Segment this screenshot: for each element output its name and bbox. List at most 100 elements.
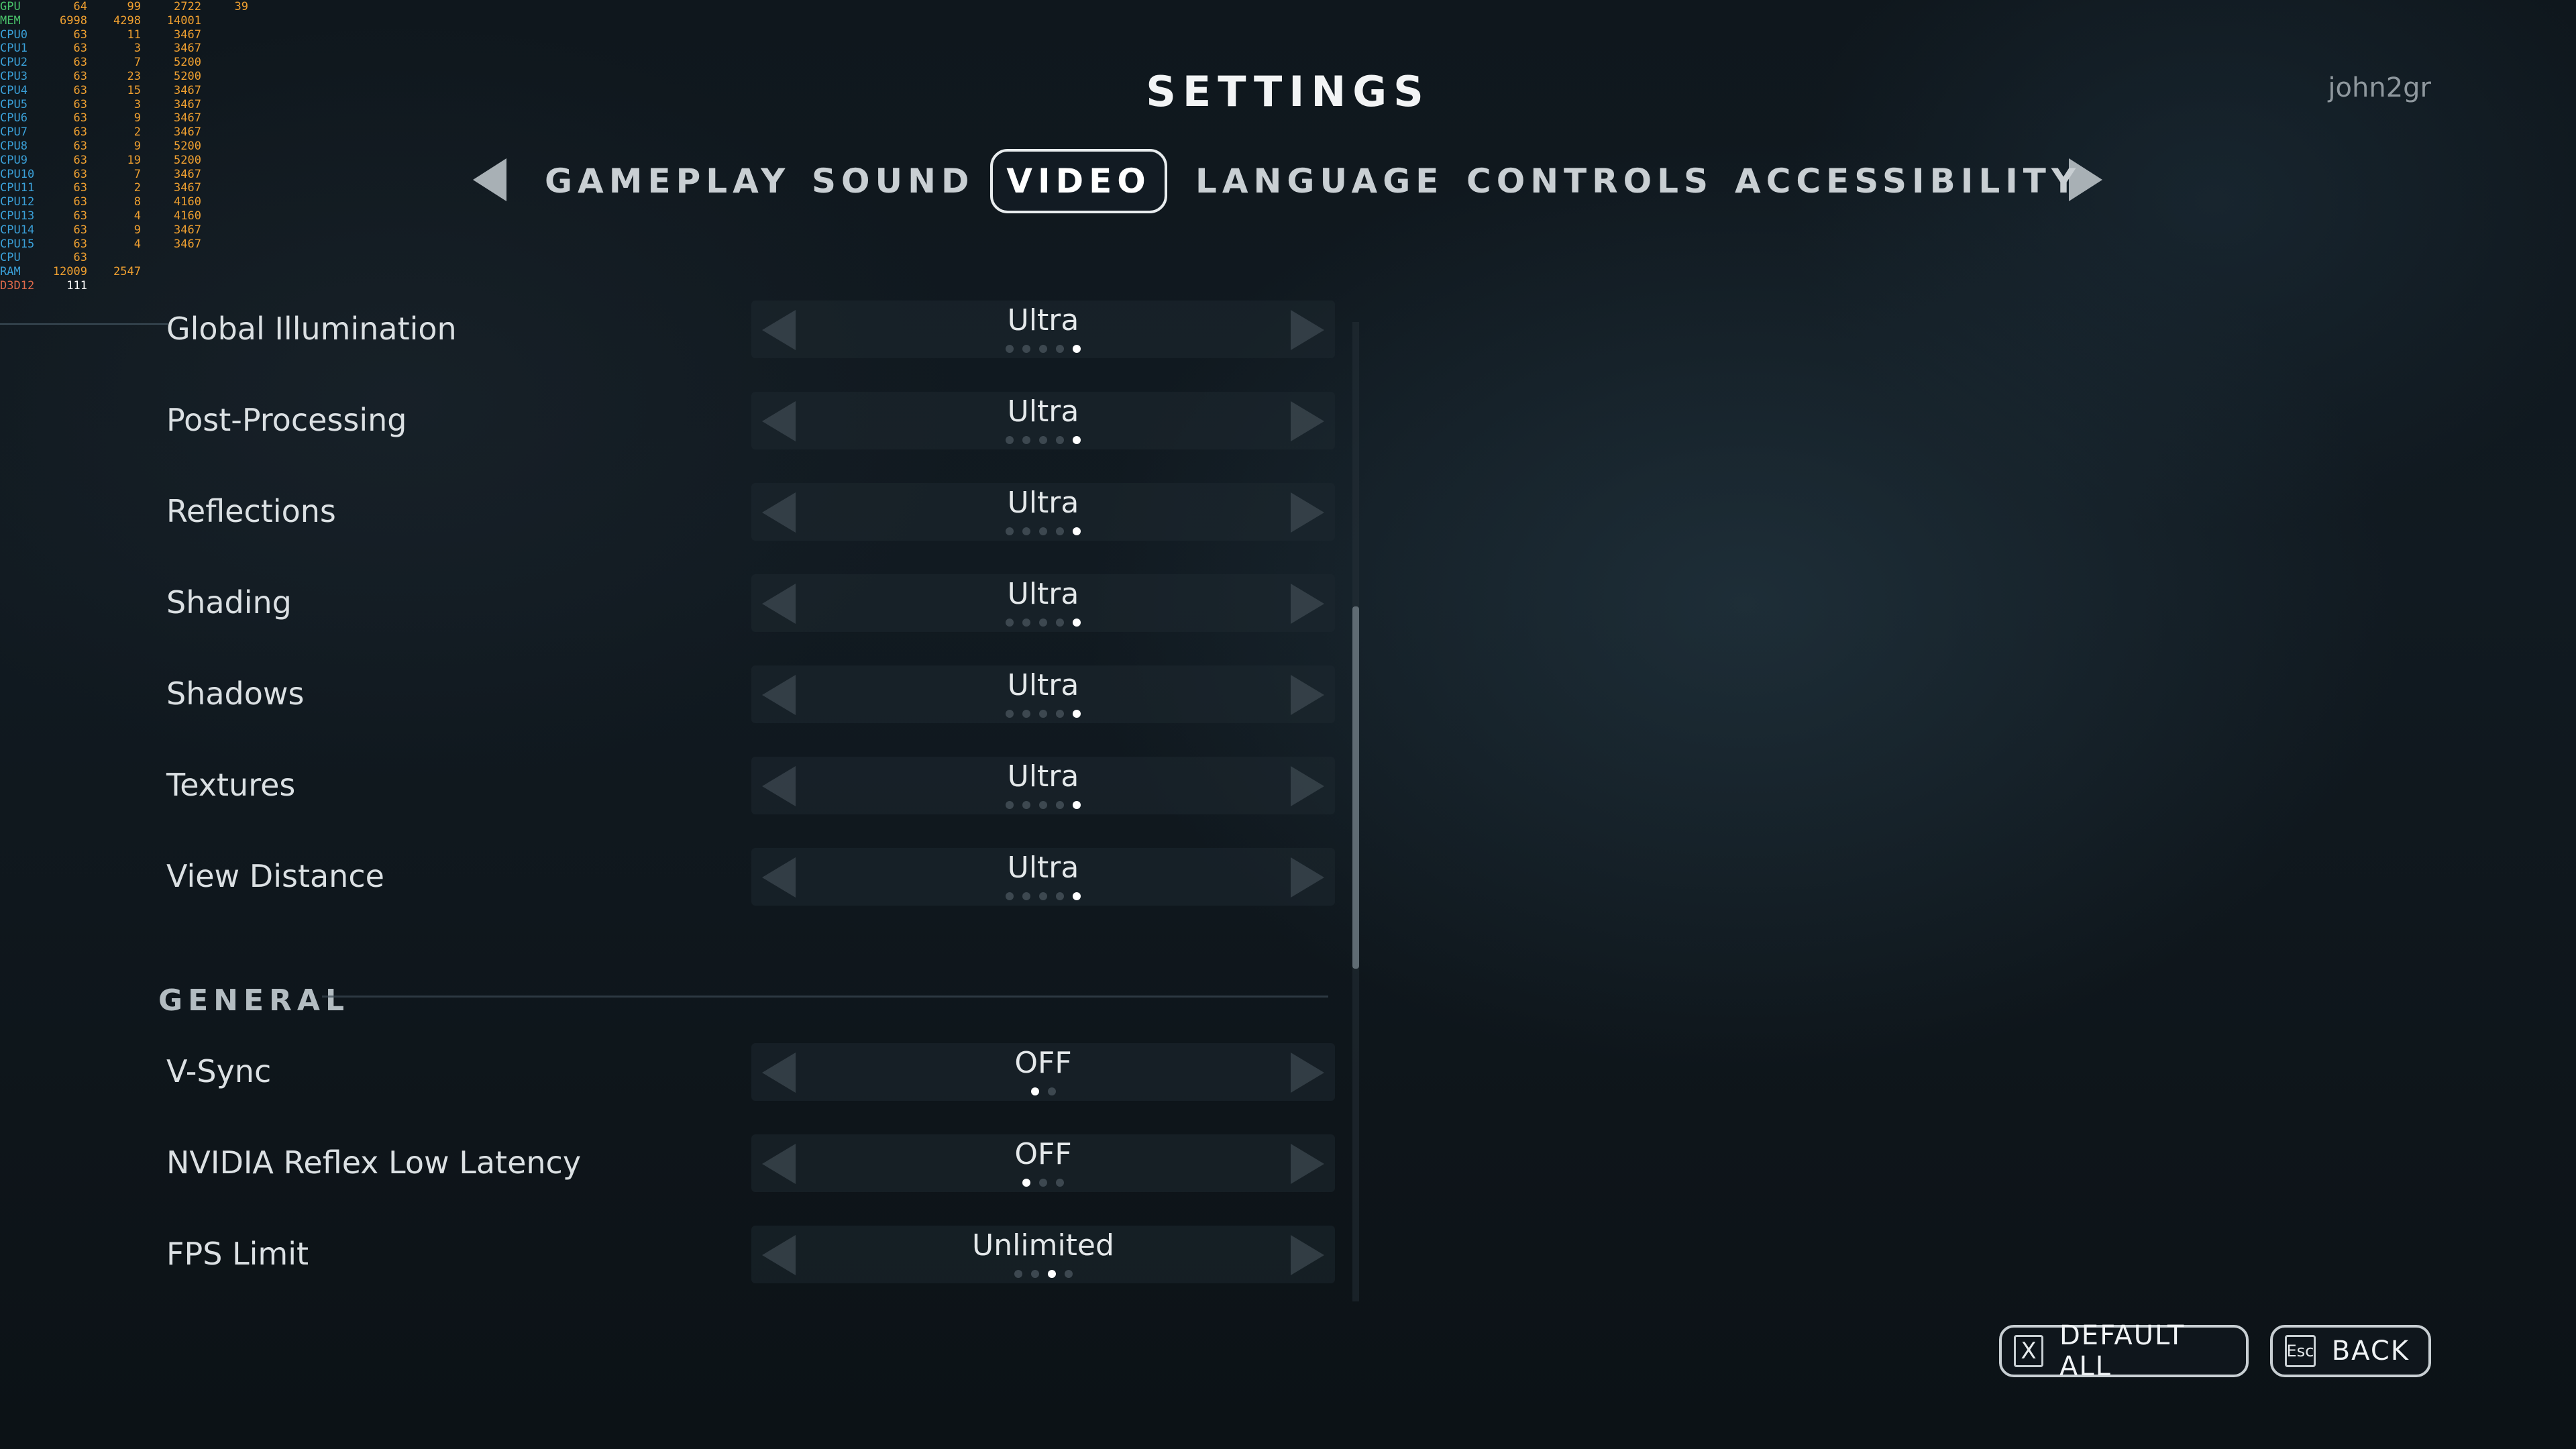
- level-dot: [1022, 345, 1030, 353]
- page-title: SETTINGS: [1146, 67, 1430, 116]
- option-selector[interactable]: OFF: [751, 1134, 1335, 1192]
- level-dot: [1039, 436, 1047, 444]
- back-button[interactable]: Esc BACK: [2270, 1325, 2431, 1377]
- level-dot: [1073, 892, 1081, 900]
- overlay-value: 63: [73, 125, 87, 140]
- option-selector[interactable]: Unlimited: [751, 1226, 1335, 1283]
- setting-label: View Distance: [166, 858, 384, 894]
- option-selector[interactable]: Ultra: [751, 848, 1335, 906]
- tab-controls[interactable]: CONTROLS: [1466, 149, 1708, 213]
- level-dot: [1006, 527, 1014, 535]
- level-dot: [1064, 1270, 1073, 1278]
- option-selector[interactable]: Ultra: [751, 392, 1335, 449]
- tab-language[interactable]: LANGUAGE: [1195, 149, 1438, 213]
- chevron-right-icon[interactable]: [1291, 310, 1324, 350]
- option-level-indicator: [751, 710, 1335, 718]
- setting-row-textures[interactable]: Textures Ultra: [0, 739, 1342, 830]
- setting-row-shading[interactable]: Shading Ultra: [0, 557, 1342, 648]
- overlay-value: 6998: [60, 13, 87, 28]
- level-dot: [1056, 801, 1064, 809]
- level-dot: [1039, 892, 1047, 900]
- option-value: OFF: [1014, 1137, 1072, 1171]
- back-label: BACK: [2331, 1336, 2410, 1366]
- chevron-right-icon[interactable]: [1291, 584, 1324, 624]
- setting-row-fps-limit[interactable]: FPS Limit Unlimited: [0, 1208, 1342, 1299]
- chevron-right-icon[interactable]: [1291, 401, 1324, 441]
- tab-gameplay[interactable]: GAMEPLAY: [545, 149, 785, 213]
- level-dot: [1022, 892, 1030, 900]
- overlay-row: CPU 63: [0, 251, 255, 265]
- chevron-right-icon[interactable]: [1291, 766, 1324, 806]
- esc-key-icon: Esc: [2285, 1335, 2316, 1367]
- overlay-value: [87, 251, 141, 265]
- level-dot: [1056, 619, 1064, 627]
- option-selector[interactable]: Ultra: [751, 574, 1335, 632]
- option-selector[interactable]: Ultra: [751, 301, 1335, 358]
- chevron-right-icon[interactable]: [1291, 1144, 1324, 1184]
- setting-row-view-distance[interactable]: View Distance Ultra: [0, 830, 1342, 922]
- level-dot: [1006, 619, 1014, 627]
- tab-video[interactable]: VIDEO: [990, 149, 1167, 213]
- option-selector[interactable]: Ultra: [751, 665, 1335, 723]
- overlay-row: CPU0 63 11 3467: [0, 28, 255, 42]
- level-dot: [1056, 527, 1064, 535]
- level-dot: [1022, 1179, 1030, 1187]
- level-dot: [1056, 892, 1064, 900]
- scrollbar-thumb[interactable]: [1352, 606, 1359, 969]
- username-label: john2gr: [2328, 72, 2431, 103]
- setting-row-global-illumination[interactable]: Global Illumination Ultra: [0, 283, 1342, 374]
- setting-row-shadows[interactable]: Shadows Ultra: [0, 648, 1342, 739]
- tab-accessibility[interactable]: ACCESSIBILITY: [1735, 149, 2076, 213]
- setting-label: Global Illumination: [166, 311, 457, 347]
- overlay-label: CPU0: [0, 28, 28, 42]
- level-dot: [1056, 345, 1064, 353]
- overlay-value: 3467: [174, 42, 201, 56]
- chevron-right-icon[interactable]: [1291, 675, 1324, 715]
- overlay-label: CPU15: [0, 237, 35, 251]
- overlay-row: GPU 64 99 2722 39: [0, 0, 255, 14]
- tab-sound[interactable]: SOUND: [812, 149, 969, 213]
- overlay-label: CPU: [0, 251, 21, 265]
- setting-row-v-sync[interactable]: V-Sync OFF: [0, 1026, 1342, 1117]
- option-level-indicator: [751, 619, 1335, 627]
- overlay-value: 63: [73, 223, 87, 237]
- level-dot: [1039, 710, 1047, 718]
- chevron-right-icon[interactable]: [1291, 492, 1324, 533]
- overlay-value: 12009: [52, 265, 87, 279]
- level-dot: [1030, 1270, 1039, 1278]
- level-dot: [1006, 710, 1014, 718]
- option-selector[interactable]: Ultra: [751, 757, 1335, 814]
- default-all-button[interactable]: X DEFAULT ALL: [1999, 1320, 2249, 1382]
- default-all-label: DEFAULT ALL: [2059, 1320, 2186, 1382]
- overlay-value: 3467: [174, 125, 201, 140]
- setting-row-nvidia-reflex-low-latency[interactable]: NVIDIA Reflex Low Latency OFF: [0, 1117, 1342, 1208]
- level-dot: [1022, 619, 1030, 627]
- option-value: Ultra: [1007, 851, 1079, 885]
- option-level-indicator: [751, 1087, 1335, 1095]
- overlay-value: 3467: [174, 28, 201, 42]
- level-dot: [1056, 710, 1064, 718]
- overlay-row: CPU14 63 9 3467: [0, 223, 255, 237]
- setting-row-post-processing[interactable]: Post-Processing Ultra: [0, 374, 1342, 466]
- level-dot: [1006, 436, 1014, 444]
- chevron-right-icon[interactable]: [1291, 1235, 1324, 1275]
- overlay-value: 3467: [174, 223, 201, 237]
- level-dot: [1022, 527, 1030, 535]
- option-selector[interactable]: Ultra: [751, 483, 1335, 541]
- overlay-value: 63: [73, 28, 87, 42]
- level-dot: [1030, 1087, 1039, 1095]
- level-dot: [1006, 345, 1014, 353]
- option-value: Ultra: [1007, 668, 1079, 702]
- option-value: Ultra: [1007, 303, 1079, 337]
- overlay-value: 14001: [166, 13, 201, 28]
- section-divider: [322, 996, 1328, 998]
- option-value: Ultra: [1007, 486, 1079, 520]
- level-dot: [1039, 527, 1047, 535]
- chevron-right-icon[interactable]: [1291, 857, 1324, 898]
- overlay-row: CPU1 63 3 3467: [0, 42, 255, 56]
- option-selector[interactable]: OFF: [751, 1043, 1335, 1101]
- setting-label: FPS Limit: [166, 1236, 309, 1272]
- overlay-value: 2722: [174, 0, 201, 13]
- setting-row-reflections[interactable]: Reflections Ultra: [0, 466, 1342, 557]
- chevron-right-icon[interactable]: [1291, 1053, 1324, 1093]
